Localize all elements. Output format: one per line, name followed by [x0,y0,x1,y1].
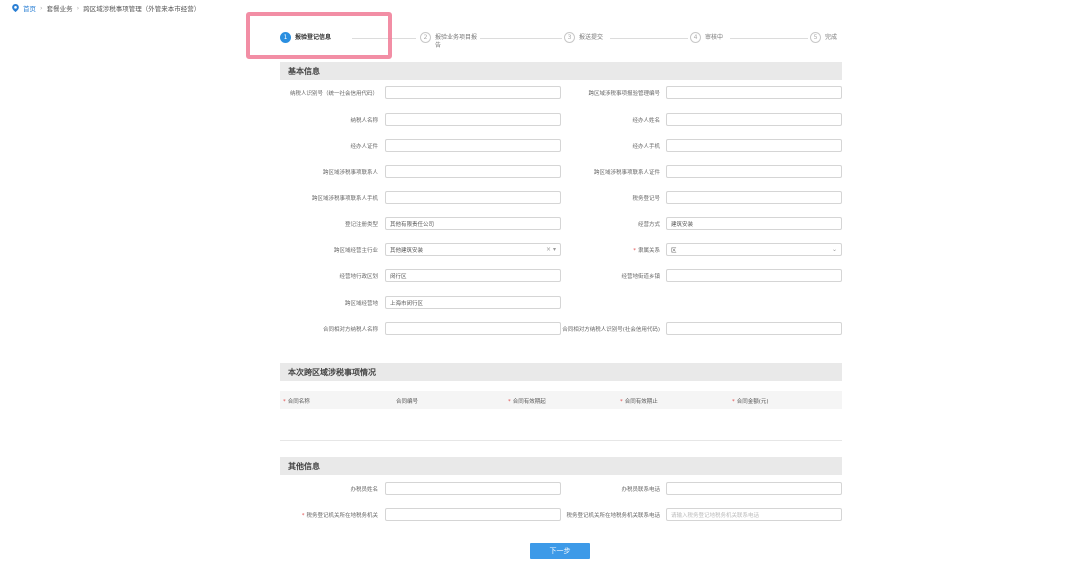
handler-id-input[interactable] [385,139,561,152]
affiliation-select[interactable]: 区 ⌄ [666,243,842,256]
admin-area-input[interactable]: 闵行区 [385,269,561,282]
highlight-annotation [246,12,392,59]
step-3: 3 报送提交 [564,32,603,43]
step-connector [480,38,562,39]
chevron-down-icon: ⌄ [831,246,837,253]
finance-name-input[interactable] [385,482,561,495]
step-label: 完成 [825,34,838,41]
column-amount: * 合同金额(元) [732,399,769,405]
industry-select[interactable]: 其他建筑安装 × ▾ [385,243,561,256]
step-number: 5 [810,32,821,43]
taxpayer-id-label: 纳税人识别号（统一社会信用代码） [289,91,378,97]
step-2: 2 报验业务项目报告 [420,32,479,50]
cross-mgmt-no-label: 跨区域涉税事项报验管理编号 [588,91,660,97]
location-pin-icon [12,4,19,12]
section-other-info: 其他信息 [280,457,842,475]
contract-party-name-label: 合同相对方纳税人名称 [322,327,378,333]
breadcrumb-separator: › [76,4,80,12]
taxpayer-name-label: 纳税人名称 [350,118,378,124]
section-matters: 本次跨区域涉税事项情况 [280,363,842,381]
table-divider [280,440,842,441]
step-number: 3 [564,32,575,43]
industry-label: 跨区域经营主行业 [333,248,378,254]
industry-value: 其他建筑安装 [390,247,424,254]
finance-phone-input[interactable] [666,482,842,495]
contract-party-id-input[interactable] [666,322,842,335]
street-label: 经营地街道乡镇 [621,274,660,280]
taxpayer-id-input[interactable] [385,86,561,99]
breadcrumb-home-link[interactable]: 首页 [23,3,36,13]
reg-type-input[interactable]: 其他有限责任公司 [385,217,561,230]
finance-phone-label: 办税员联系电话 [621,487,660,493]
contract-party-name-input[interactable] [385,322,561,335]
admin-area-label: 经营地行政区划 [339,274,378,280]
step-label: 审核中 [705,34,724,41]
section-basic-info: 基本信息 [280,62,842,80]
step-number: 4 [690,32,701,43]
handler-name-label: 经办人姓名 [632,118,660,124]
contact-person-label: 跨区域涉税事项联系人 [322,170,378,176]
breadcrumb: 首页 › 套餐业务 › 跨区域涉税事项管理（外管来本市经营） [12,3,200,13]
taxpayer-name-input[interactable] [385,113,561,126]
contact-phone-label: 跨区域涉税事项联系人手机 [311,196,378,202]
affiliation-value: 区 [671,247,677,254]
step-connector [730,38,808,39]
address-label: 跨区域经营地 [344,301,378,307]
column-contract-no: 合同编号 [396,399,419,405]
tax-office-label: * 税务登记机关所在地税务机关 [301,513,378,519]
breadcrumb-item-current: 跨区域涉税事项管理（外管来本市经营） [83,5,201,13]
contract-table-header: * 合同名称 合同编号 * 合同有效期起 * 合同有效期止 * 合同金额(元) [280,391,842,409]
tax-office-phone-input[interactable]: 请输入税务登记地税务机关联系电话 [666,508,842,521]
street-input[interactable] [666,269,842,282]
column-contract-name: * 合同名称 [283,399,310,405]
affiliation-label: * 隶属关系 [633,248,660,254]
handler-name-input[interactable] [666,113,842,126]
step-4: 4 审核中 [690,32,723,43]
handler-phone-label: 经办人手机 [632,144,660,150]
clear-and-chevron-icon[interactable]: × ▾ [546,246,556,253]
contact-id-input[interactable] [666,165,842,178]
biz-mode-input[interactable]: 建筑安装 [666,217,842,230]
step-connector [610,38,688,39]
column-start-date: * 合同有效期起 [508,399,546,405]
contact-id-label: 跨区域涉税事项联系人证件 [593,170,660,176]
breadcrumb-item-package[interactable]: 套餐业务 [47,3,73,13]
tax-reg-no-input[interactable] [666,191,842,204]
cross-mgmt-no-input[interactable] [666,86,842,99]
step-label: 报验业务项目报告 [435,34,478,49]
tax-reg-no-label: 税务登记号 [632,196,660,202]
contract-party-id-label: 合同相对方纳税人识别号(社会信用代码) [562,327,660,333]
column-end-date: * 合同有效期止 [620,399,658,405]
step-number: 2 [420,32,431,43]
reg-type-label: 登记注册类型 [344,222,378,228]
next-step-button[interactable]: 下一步 [530,543,590,559]
contact-phone-input[interactable] [385,191,561,204]
address-input[interactable]: 上海市闵行区 [385,296,561,309]
step-label: 报送提交 [579,34,604,41]
tax-office-phone-label: 税务登记机关所在地税务机关联系电话 [566,513,660,519]
breadcrumb-separator: › [40,4,43,12]
step-5: 5 完成 [810,32,837,43]
tax-office-input[interactable] [385,508,561,521]
handler-phone-input[interactable] [666,139,842,152]
handler-id-label: 经办人证件 [350,144,378,150]
contact-person-input[interactable] [385,165,561,178]
tax-office-phone-placeholder: 请输入税务登记地税务机关联系电话 [671,512,760,519]
biz-mode-label: 经营方式 [637,222,660,228]
finance-name-label: 办税员姓名 [350,487,378,493]
